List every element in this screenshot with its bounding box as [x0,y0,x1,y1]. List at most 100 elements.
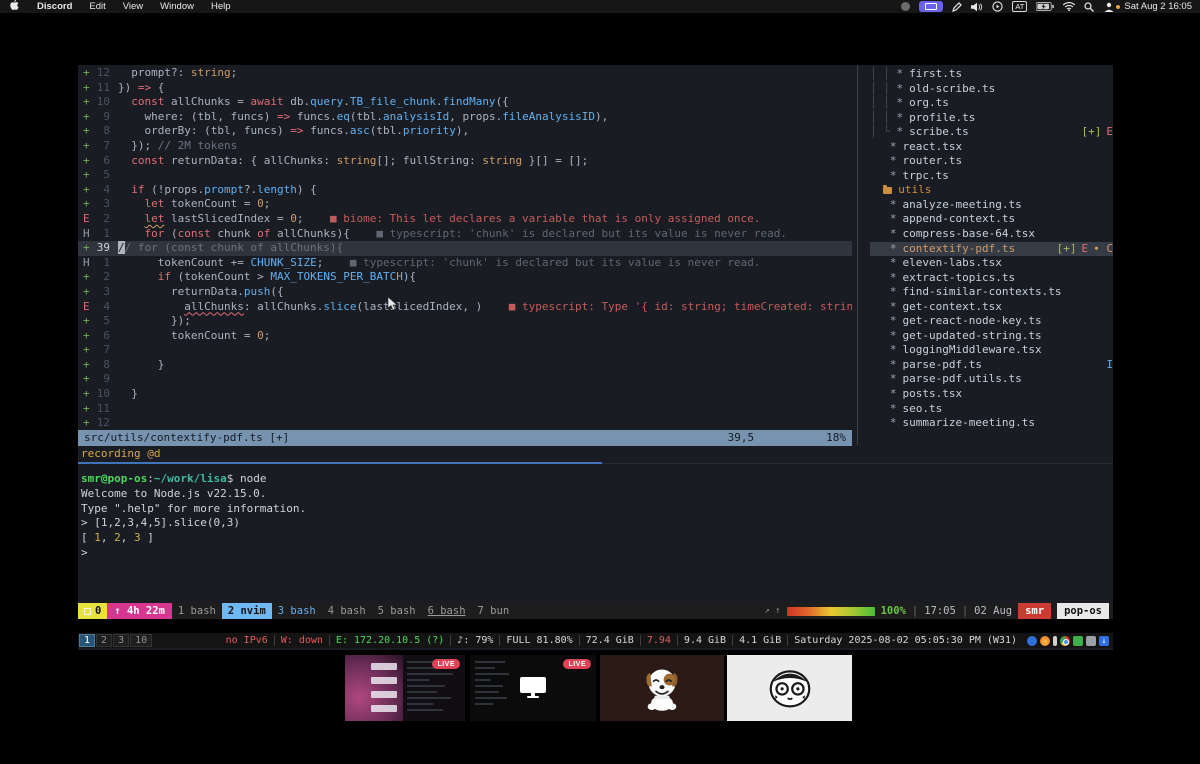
workspace-2[interactable]: 2 [96,634,112,647]
file-icon: * [890,343,897,358]
screen-share-icon[interactable] [919,1,943,12]
pen-icon[interactable] [952,2,962,12]
tmux-window-2-nvim[interactable]: 2 nvim [222,603,272,619]
tmux-window-1-bash[interactable]: 1 bash [172,603,222,619]
code-line: E4 allChunks: allChunks.slice(lastSliced… [78,300,852,315]
mouse-cursor-icon [388,297,398,310]
bluetooth-tray-icon[interactable] [1027,636,1037,646]
play-icon[interactable] [992,1,1003,12]
file-icon: * [890,242,897,257]
terminal-line: > [81,546,1113,561]
code-line: +3 returnData.push({ [78,285,852,300]
tree-item-first.ts[interactable]: │ │ *first.ts [870,67,1113,82]
screen-share-monitor-icon [520,677,546,699]
tmux-uptime-badge: ↑ 4h 22m [107,603,172,619]
tree-item-contextify-pdf.ts[interactable]: *contextify-pdf.ts[+]E∙ C [870,242,1113,257]
menu-view[interactable]: View [123,1,143,12]
stream-tile-browser[interactable]: LIVE [345,655,465,721]
code-line: +8 orderBy: (tbl, funcs) => funcs.asc(tb… [78,124,852,139]
display-tray-icon[interactable] [1086,636,1096,646]
desktop-gap [78,619,1113,633]
code-line: H1 for (const chunk of allChunks){ ■ typ… [78,227,852,242]
menubar-clock[interactable]: Sat Aug 2 16:05 [1124,1,1192,12]
tree-item-profile.ts[interactable]: │ │ *profile.ts [870,111,1113,126]
tree-item-utils[interactable]: utils [870,183,1113,198]
tree-item-parse-pdf.ts[interactable]: *parse-pdf.tsI [870,358,1113,373]
code-line: +2 if (tokenCount > MAX_TOKENS_PER_BATCH… [78,270,852,285]
window-icon [84,608,91,615]
stream-tile-screen[interactable]: LIVE [470,655,596,721]
nvim-editor-pane[interactable]: +12 prompt?: string;+11}) => {+10 const … [78,65,852,445]
file-icon: * [897,111,904,126]
avatar-tile-face[interactable] [727,655,852,721]
menubar-items: Discord Edit View Window Help [37,1,231,12]
tree-item-extract-topics.ts[interactable]: *extract-topics.ts [870,271,1113,286]
status-dot-icon[interactable] [901,2,910,11]
wifi-icon[interactable] [1063,2,1075,11]
file-icon: * [890,300,897,315]
tree-item-append-context.ts[interactable]: *append-context.ts [870,212,1113,227]
tmux-windows: 1 bash2 nvim3 bash4 bash5 bash6 bash7 bu… [172,603,515,619]
tree-item-trpc.ts[interactable]: *trpc.ts [870,169,1113,184]
i3-workspaces: 12310 [78,634,153,647]
tmux-pane-border-active[interactable] [78,462,602,464]
tmux-window-4-bash[interactable]: 4 bash [322,603,372,619]
terminal-line: [ 1, 2, 3 ] [81,531,1113,546]
account-icon[interactable] [1103,2,1115,12]
chrome-tray-icon[interactable] [1060,636,1070,646]
tmux-window-6-bash[interactable]: 6 bash [422,603,472,619]
code-line: +7 }); // 2M tokens [78,139,852,154]
tmux-window-3-bash[interactable]: 3 bash [272,603,322,619]
tmux-statusbar: 0 ↑ 4h 22m 1 bash2 nvim3 bash4 bash5 bas… [78,603,1113,619]
tree-item-get-react-node-key.ts[interactable]: *get-react-node-key.ts [870,314,1113,329]
tree-item-analyze-meeting.ts[interactable]: *analyze-meeting.ts [870,198,1113,213]
workspace-3[interactable]: 3 [113,634,129,647]
at-badge[interactable]: AT [1012,1,1027,12]
menu-discord[interactable]: Discord [37,1,72,12]
apple-logo-icon[interactable] [10,0,20,14]
tree-item-react.tsx[interactable]: *react.tsx [870,140,1113,155]
tree-item-loggingMiddleware.tsx[interactable]: *loggingMiddleware.tsx [870,343,1113,358]
tmux-window-7-bun[interactable]: 7 bun [472,603,516,619]
i3-segment: 7.94 [640,635,677,646]
i3-segment: 4.1 GiB [732,635,787,646]
workspace-10[interactable]: 10 [130,634,152,647]
tree-item-summarize-meeting.ts[interactable]: *summarize-meeting.ts [870,416,1113,431]
tree-item-compress-base-64.tsx[interactable]: *compress-base-64.tsx [870,227,1113,242]
tree-item-org.ts[interactable]: │ │ *org.ts [870,96,1113,111]
tree-item-seo.ts[interactable]: *seo.ts [870,402,1113,417]
tmux-session-badge[interactable]: 0 [78,603,107,619]
tmux-window-5-bash[interactable]: 5 bash [372,603,422,619]
tree-item-parse-pdf.utils.ts[interactable]: *parse-pdf.utils.ts [870,372,1113,387]
tree-item-eleven-labs.tsx[interactable]: *eleven-labs.tsx [870,256,1113,271]
menu-window[interactable]: Window [160,1,194,12]
node-repl-pane[interactable]: smr@pop-os:~/work/lisa$ nodeWelcome to N… [78,468,1113,603]
volume-icon[interactable] [971,2,983,12]
download-tray-icon[interactable]: ↓ [1099,636,1109,646]
face-avatar [762,660,818,716]
menu-edit[interactable]: Edit [89,1,105,12]
workspace-1[interactable]: 1 [79,634,95,647]
tree-item-get-updated-string.ts[interactable]: *get-updated-string.ts [870,329,1113,344]
tree-item-router.ts[interactable]: *router.ts [870,154,1113,169]
bar-tray-icon[interactable] [1053,636,1057,646]
dog-avatar [635,661,689,715]
tree-item-old-scribe.ts[interactable]: │ │ *old-scribe.ts [870,82,1113,97]
file-icon: * [890,154,897,169]
tree-item-posts.tsx[interactable]: *posts.tsx [870,387,1113,402]
stream-preview-code [407,661,459,715]
menu-help[interactable]: Help [211,1,231,12]
search-icon[interactable] [1084,2,1094,12]
file-icon: * [890,372,897,387]
tree-item-get-context.tsx[interactable]: *get-context.tsx [870,300,1113,315]
tree-badge: E [1106,125,1113,140]
tree-item-find-similar-contexts.ts[interactable]: *find-similar-contexts.ts [870,285,1113,300]
code-line: +10 } [78,387,852,402]
avatar-tile-dog[interactable] [600,655,724,721]
tree-item-scribe.ts[interactable]: │ └ *scribe.ts[+]E [870,125,1113,140]
file-tree-pane[interactable]: │ │ *first.ts│ │ *old-scribe.ts│ │ *org.… [860,65,1113,445]
lock-tray-icon[interactable] [1073,636,1083,646]
battery-icon[interactable] [1036,2,1054,11]
flame-tray-icon[interactable] [1040,636,1050,646]
i3-segment: W: down [274,635,329,646]
